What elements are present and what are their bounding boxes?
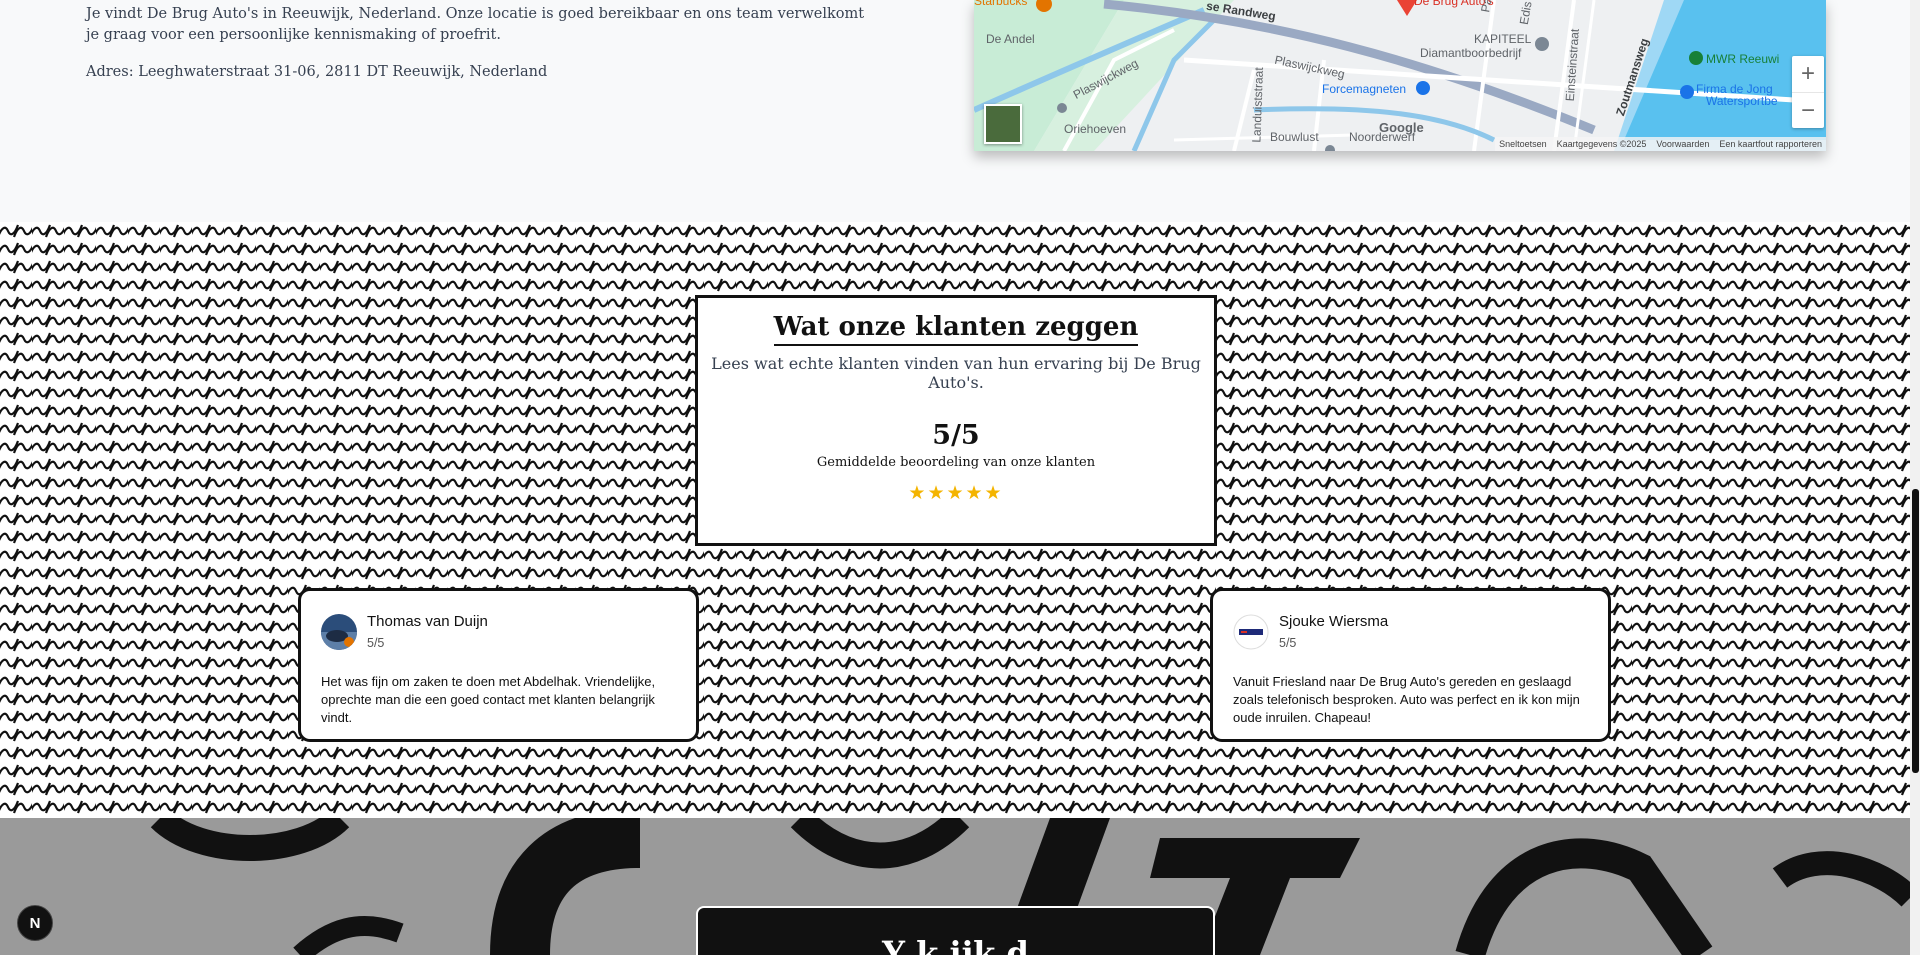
map-label-landuist: Landuiststraat — [1249, 67, 1267, 143]
review-text: Het was fijn om zaken te doen met Abdelh… — [321, 674, 656, 725]
reviews-section: Wat onze klanten zeggen Lees wat echte k… — [0, 222, 1910, 822]
review-card: Thomas van Duijn 5/5 Het was fijn om zak… — [298, 588, 699, 742]
page-scrollbar[interactable] — [1910, 0, 1920, 955]
contact-card: Y k ijk d — [696, 906, 1215, 955]
review-card: Sjouke Wiersma 5/5 Vanuit Friesland naar… — [1210, 588, 1611, 742]
zoom-in-button[interactable]: + — [1792, 56, 1824, 93]
review-score: 5/5 — [367, 636, 385, 650]
map-label-deandel: De Andel — [986, 32, 1035, 46]
reviews-subtitle: Lees wat echte klanten vinden van hun er… — [711, 354, 1201, 392]
map-label-mwr: MWR Reeuwi — [1706, 52, 1780, 66]
location-section: Je vindt De Brug Auto's in Reeuwijk, Ned… — [0, 0, 1910, 222]
map-label-bouwlust: Bouwlust — [1270, 130, 1319, 144]
map-attribution: Sneltoetsen Kaartgegevens ©2025 Voorwaar… — [1495, 137, 1826, 151]
location-intro: Je vindt De Brug Auto's in Reeuwijk, Ned… — [86, 6, 865, 43]
reviewer-name: Thomas van Duijn — [367, 613, 488, 630]
average-score-caption: Gemiddelde beoordeling van onze klanten — [816, 455, 1096, 470]
satellite-toggle[interactable] — [984, 104, 1022, 144]
map-label-waters: Watersportbe — [1706, 94, 1778, 108]
reviews-summary-card: Wat onze klanten zeggen Lees wat echte k… — [695, 295, 1217, 546]
map-shortcuts-link[interactable]: Sneltoetsen — [1499, 139, 1547, 149]
contact-section: Y k ijk d — [0, 818, 1910, 955]
google-map[interactable]: Starbucks se Randweg De Brug Auto's Pasc… — [974, 0, 1826, 151]
reviews-title: Wat onze klanten zeggen — [773, 312, 1139, 346]
reviewer-name: Sjouke Wiersma — [1279, 613, 1389, 630]
star-rating: ★★★★★ — [908, 483, 1004, 504]
average-score: 5/5 — [932, 420, 980, 451]
review-score: 5/5 — [1279, 636, 1297, 650]
map-label-forcemagneten: Forcemagneten — [1322, 82, 1407, 96]
map-label-diamant: Diamantboorbedrijf — [1420, 46, 1522, 60]
zoom-out-button[interactable]: − — [1792, 93, 1824, 129]
map-report-link[interactable]: Een kaartfout rapporteren — [1719, 139, 1822, 149]
location-address: Adres: Leeghwaterstraat 31-06, 2811 DT R… — [86, 64, 548, 80]
map-terms-link[interactable]: Voorwaarden — [1656, 139, 1709, 149]
reviewer-avatar — [321, 613, 357, 650]
next-dev-badge[interactable]: N — [17, 905, 53, 941]
map-label-oriehoeven: Oriehoeven — [1064, 122, 1127, 136]
contact-heading: Y k ijk d — [882, 934, 1029, 955]
map-data-text: Kaartgegevens ©2025 — [1556, 139, 1647, 149]
google-logo: Google — [1379, 120, 1424, 135]
map-label-starbucks: Starbucks — [974, 0, 1028, 8]
review-text: Vanuit Friesland naar De Brug Auto's ger… — [1233, 674, 1580, 725]
reviewer-avatar — [1233, 614, 1269, 650]
map-label-kapiteel: KAPITEEL — [1474, 32, 1532, 46]
scrollbar-thumb[interactable] — [1912, 489, 1919, 773]
map-zoom-controls: + − — [1792, 56, 1824, 128]
